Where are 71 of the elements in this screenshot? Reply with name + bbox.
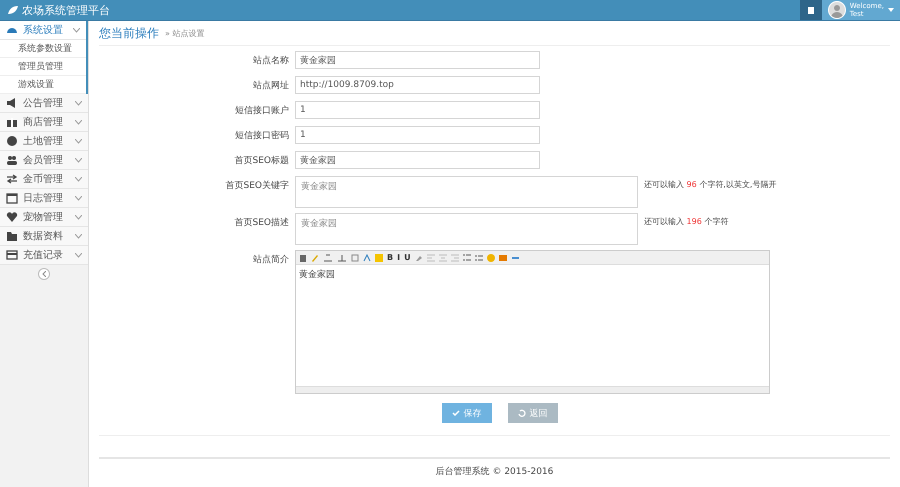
caret-icon	[888, 8, 894, 12]
text-area[interactable]: 黄金家园	[295, 213, 638, 245]
field-label: 首页SEO关键字	[224, 180, 290, 193]
field-label: 首页SEO描述	[234, 216, 290, 230]
chevron-icon	[75, 120, 82, 124]
sidebar-item[interactable]: 会员管理	[0, 151, 88, 170]
sidebar-item[interactable]: 日志管理	[0, 189, 88, 208]
globe-icon	[6, 135, 18, 147]
sidebar-item[interactable]: 土地管理	[0, 132, 88, 151]
text-field[interactable]: 1	[295, 101, 540, 119]
field-label: 站点简介	[252, 254, 290, 267]
check-icon	[452, 410, 460, 416]
sidebar-item[interactable]: 充值记录	[0, 246, 88, 265]
sidebar-item[interactable]: 金币管理	[0, 170, 88, 189]
format-button[interactable]: I	[397, 253, 400, 262]
align-left-icon[interactable]	[426, 254, 435, 262]
app-title: 农场系统管理平台	[22, 2, 110, 18]
notification-button[interactable]	[800, 0, 822, 20]
avatar-icon	[828, 1, 846, 19]
folder-icon	[6, 230, 18, 242]
align-right-icon[interactable]	[450, 254, 459, 262]
arrows-icon	[6, 173, 18, 185]
rich-text-editor[interactable]: B I U 黄金家园	[295, 250, 770, 394]
text-field[interactable]: 黄金家园	[295, 151, 540, 169]
list-icon[interactable]	[474, 254, 483, 262]
chevron-icon	[75, 176, 82, 182]
card-icon	[6, 249, 18, 261]
field-label: 站点网址	[252, 80, 290, 93]
leaf-icon	[8, 6, 18, 14]
chevron-icon	[75, 252, 82, 258]
field-label: 短信接口密码	[234, 130, 290, 143]
hint-text: 还可以输入 96 个字符,以英文,号隔开	[644, 179, 776, 191]
sidebar-item[interactable]: 商店管理	[0, 113, 88, 132]
paste-icon[interactable]	[299, 254, 307, 262]
sidebar-item[interactable]: 数据资料	[0, 227, 88, 246]
chevron-icon	[75, 158, 82, 162]
users-icon	[6, 154, 18, 166]
text-field[interactable]: 黄金家园	[295, 51, 540, 69]
text-field[interactable]: 1	[295, 126, 540, 144]
field-label: 短信接口账户	[234, 104, 290, 118]
sidebar-item[interactable]: 宠物管理	[0, 208, 88, 227]
footer-text: 后台管理系统 © 2015-2016	[99, 457, 890, 483]
page-title: 您当前操作	[99, 24, 159, 42]
field-label: 站点名称	[252, 54, 290, 68]
calendar-icon	[6, 192, 18, 204]
chevron-icon	[75, 100, 82, 106]
heart-icon	[6, 211, 18, 223]
text-area[interactable]: 黄金家园	[295, 176, 638, 208]
undo-icon	[518, 409, 526, 417]
preview-icon[interactable]	[351, 254, 359, 262]
collapse-button[interactable]	[38, 268, 50, 280]
field-label: 首页SEO标题	[234, 154, 290, 168]
eraser-icon[interactable]	[414, 254, 423, 262]
align-center-icon[interactable]	[438, 254, 447, 262]
editor-text: 黄金家园	[298, 268, 336, 282]
format-button[interactable]: U	[404, 253, 411, 262]
text-field[interactable]: http://1009.8709.top	[295, 76, 540, 94]
hint-text: 还可以输入 196 个字符	[644, 216, 728, 228]
chevron-icon	[75, 214, 82, 220]
brush-icon[interactable]	[311, 254, 319, 262]
chevron-left-icon	[42, 271, 46, 277]
chevron-icon	[75, 138, 82, 144]
chevron-icon	[75, 234, 82, 238]
breadcrumb: » 站点设置	[165, 28, 204, 38]
text-color-icon[interactable]	[363, 254, 371, 262]
chevron-icon	[75, 196, 82, 200]
sidebar-item[interactable]: 公告管理	[0, 94, 88, 113]
format-button[interactable]: B	[387, 253, 394, 262]
list-icon[interactable]	[462, 254, 471, 262]
chevron-icon	[73, 28, 80, 32]
megaphone-icon	[6, 97, 18, 109]
